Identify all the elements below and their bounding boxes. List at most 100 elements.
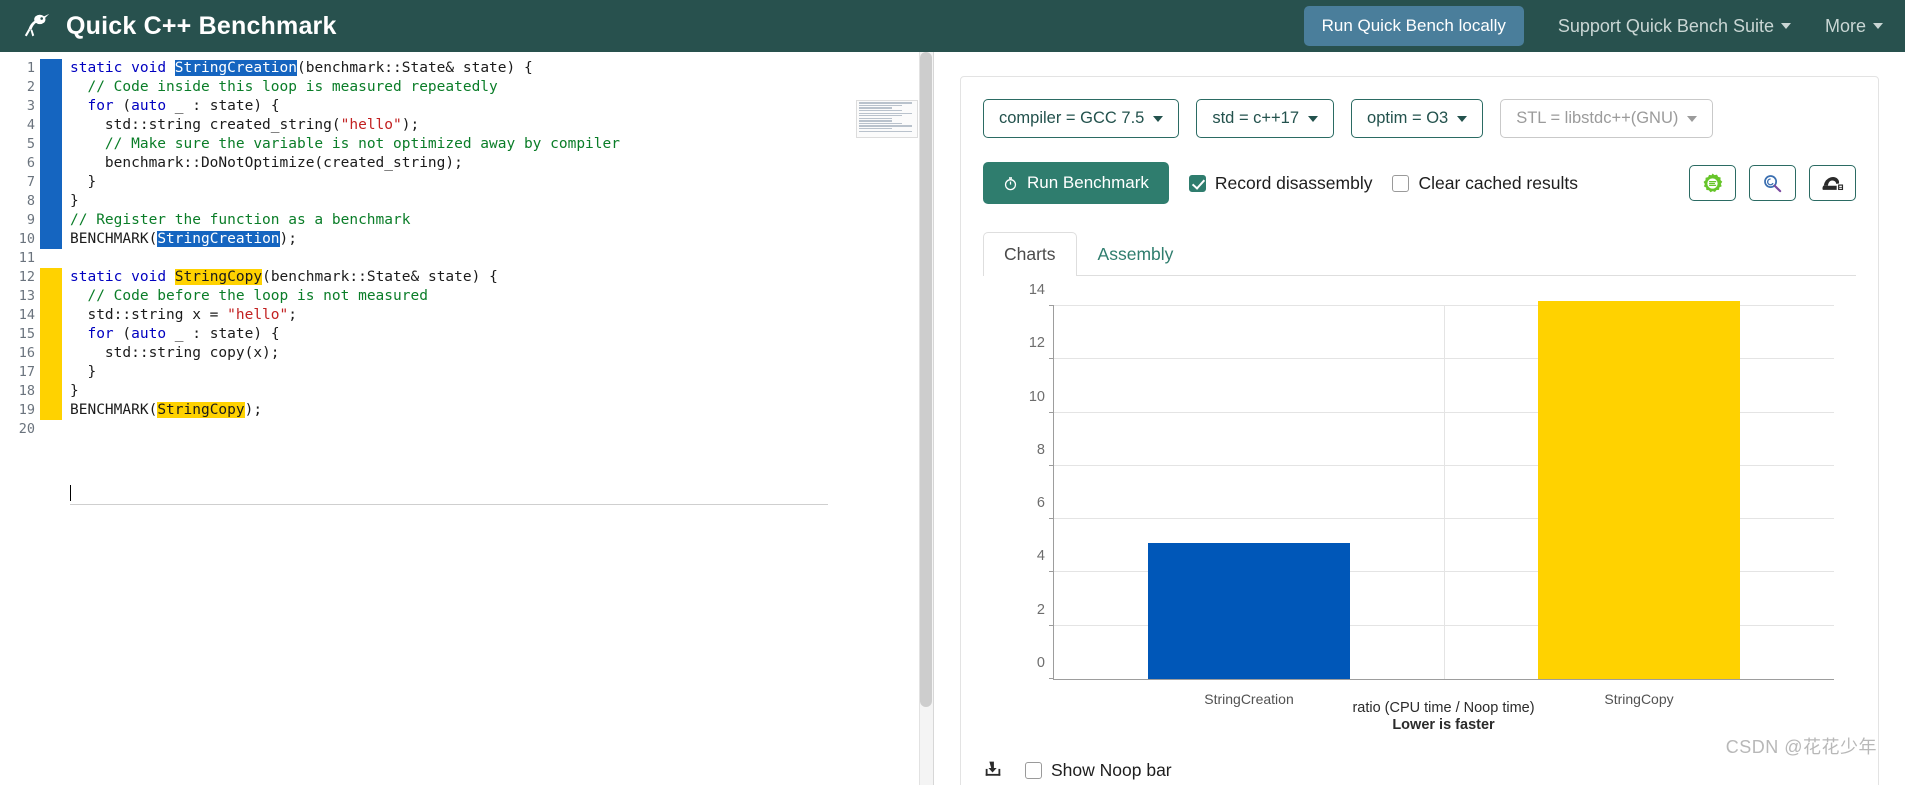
chart-ytick-label: 2 — [1036, 601, 1045, 618]
compiler-explorer-button[interactable] — [1689, 165, 1736, 201]
nav-right-group: Run Quick Bench locally Support Quick Be… — [1303, 6, 1883, 46]
checkbox-box — [1025, 762, 1042, 779]
code-line[interactable]: 17 } — [0, 363, 933, 382]
checkbox-box — [1188, 174, 1206, 192]
option-label: std = c++17 — [1212, 109, 1300, 127]
code-line[interactable]: 13 // Code before the loop is not measur… — [0, 287, 933, 306]
code-line-text: static void StringCopy(benchmark::State&… — [70, 269, 498, 285]
tab-assembly[interactable]: Assembly — [1077, 232, 1195, 276]
more-label: More — [1824, 15, 1866, 36]
code-line[interactable]: 8} — [0, 192, 933, 211]
tab-charts[interactable]: Charts — [983, 232, 1077, 276]
run-benchmark-button[interactable]: Run Benchmark — [983, 162, 1169, 204]
code-line[interactable]: 16 std::string copy(x); — [0, 344, 933, 363]
benchmark-marker — [40, 363, 62, 382]
chart-ytick-mark — [1049, 411, 1054, 413]
code-line[interactable]: 9 // Register the function as a benchmark — [0, 211, 933, 230]
quick-bench-inspect-button[interactable] — [1749, 165, 1796, 201]
record-disassembly-checkbox[interactable]: Record disassembly — [1188, 173, 1372, 194]
benchmark-marker — [40, 268, 62, 287]
ostrich-logo-icon — [24, 13, 50, 37]
option-dropdown-3: STL = libstdc++(GNU) — [1500, 99, 1714, 138]
benchmark-marker — [40, 230, 62, 249]
magnifier-icon — [1764, 174, 1782, 192]
code-line[interactable]: 5 // Make sure the variable is not optim… — [0, 135, 933, 154]
benchmark-marker — [40, 78, 62, 97]
line-number: 4 — [26, 117, 35, 133]
external-tool-buttons — [1689, 165, 1856, 201]
benchmark-marker — [40, 154, 62, 173]
chevron-down-icon — [1780, 23, 1791, 29]
option-dropdown-1[interactable]: std = c++17 — [1196, 99, 1335, 138]
code-line[interactable]: 4 std::string created_string("hello"); — [0, 116, 933, 135]
code-line[interactable]: 19 BENCHMARK(StringCopy); — [0, 401, 933, 420]
line-number: 19 — [18, 402, 35, 418]
option-label: optim = O3 — [1367, 109, 1449, 127]
code-line[interactable]: 15 for (auto _ : state) { — [0, 325, 933, 344]
code-editor-pane[interactable]: 1 static void StringCreation(benchmark::S… — [0, 52, 934, 785]
code-line[interactable]: 14 std::string x = "hello"; — [0, 306, 933, 325]
code-line[interactable]: 6 benchmark::DoNotOptimize(created_strin… — [0, 154, 933, 173]
benchmark-marker — [40, 306, 62, 325]
benchmark-marker — [40, 116, 62, 135]
build-bench-button[interactable] — [1809, 165, 1856, 201]
code-line-text: } — [70, 383, 79, 399]
code-line-text: // Register the function as a benchmark — [70, 212, 411, 228]
code-line-text: static void StringCreation(benchmark::St… — [70, 60, 533, 76]
code-line[interactable]: 1 static void StringCreation(benchmark::S… — [0, 59, 933, 78]
chart-ytick-label: 4 — [1036, 548, 1045, 565]
option-dropdown-2[interactable]: optim = O3 — [1351, 99, 1484, 138]
chart-bar-stringcopy[interactable] — [1537, 300, 1741, 679]
chevron-down-icon — [1873, 23, 1883, 29]
option-label: STL = libstdc++(GNU) — [1516, 109, 1679, 127]
benchmark-marker — [40, 344, 62, 363]
chart-axis-caption: ratio (CPU time / Noop time) Lower is fa… — [1053, 700, 1834, 734]
code-line[interactable]: 11 — [0, 249, 933, 268]
code-editor[interactable]: 1 static void StringCreation(benchmark::S… — [0, 52, 933, 439]
code-line[interactable]: 7 } — [0, 173, 933, 192]
brand: Quick C++ Benchmark — [22, 11, 337, 41]
benchmark-marker — [40, 135, 62, 154]
code-line[interactable]: 3 for (auto _ : state) { — [0, 97, 933, 116]
code-line[interactable]: 20 — [0, 420, 933, 439]
chart-category-separator — [1444, 306, 1445, 679]
run-quick-bench-locally-button[interactable]: Run Quick Bench locally — [1303, 6, 1524, 46]
code-line-text: } — [70, 364, 97, 380]
show-noop-bar-label: Show Noop bar — [1051, 760, 1172, 780]
chart-ytick-mark — [1049, 678, 1054, 679]
line-number: 15 — [18, 326, 35, 342]
code-line[interactable]: 18} — [0, 382, 933, 401]
line-number: 12 — [18, 269, 35, 285]
clear-cached-results-checkbox[interactable]: Clear cached results — [1392, 173, 1578, 194]
line-number: 18 — [18, 383, 35, 399]
more-menu[interactable]: More — [1825, 16, 1883, 37]
code-line-text: // Make sure the variable is not optimiz… — [104, 136, 620, 152]
code-line[interactable]: 2 // Code inside this loop is measured r… — [0, 78, 933, 97]
code-minimap[interactable] — [856, 100, 918, 138]
code-line[interactable]: 10 BENCHMARK(StringCreation); — [0, 230, 933, 249]
code-line-text: } — [70, 174, 97, 190]
page-vertical-scrollbar[interactable] — [1895, 52, 1905, 785]
chart-xlabel-sub: Lower is faster — [1392, 717, 1495, 733]
result-tabs: Charts Assembly — [983, 232, 1856, 276]
line-number: 2 — [26, 79, 35, 95]
chart-ytick-mark — [1049, 624, 1054, 626]
chevron-down-icon — [1687, 115, 1698, 122]
option-dropdown-0[interactable]: compiler = GCC 7.5 — [983, 99, 1180, 138]
download-chart-icon[interactable] — [983, 758, 1003, 783]
editor-vertical-scrollbar[interactable] — [919, 52, 933, 785]
editor-current-line-rule — [70, 504, 828, 505]
code-line-text: BENCHMARK(StringCopy); — [70, 402, 263, 418]
show-noop-bar-checkbox[interactable]: Show Noop bar — [1025, 760, 1172, 781]
benchmark-marker — [40, 420, 62, 439]
editor-scrollbar-thumb[interactable] — [920, 52, 932, 707]
chart-xlabel: ratio (CPU time / Noop time) — [1352, 700, 1535, 716]
support-quick-bench-suite-menu[interactable]: Support Quick Bench Suite — [1558, 16, 1791, 37]
code-line[interactable]: 12 static void StringCopy(benchmark::Stat… — [0, 268, 933, 287]
chart-bar-stringcreation[interactable] — [1147, 543, 1351, 679]
line-number: 17 — [18, 364, 35, 380]
results-pane: compiler = GCC 7.5 std = c++17 optim = O3 S… — [934, 52, 1905, 785]
run-benchmark-label: Run Benchmark — [1027, 173, 1149, 192]
benchmark-marker — [40, 382, 62, 401]
